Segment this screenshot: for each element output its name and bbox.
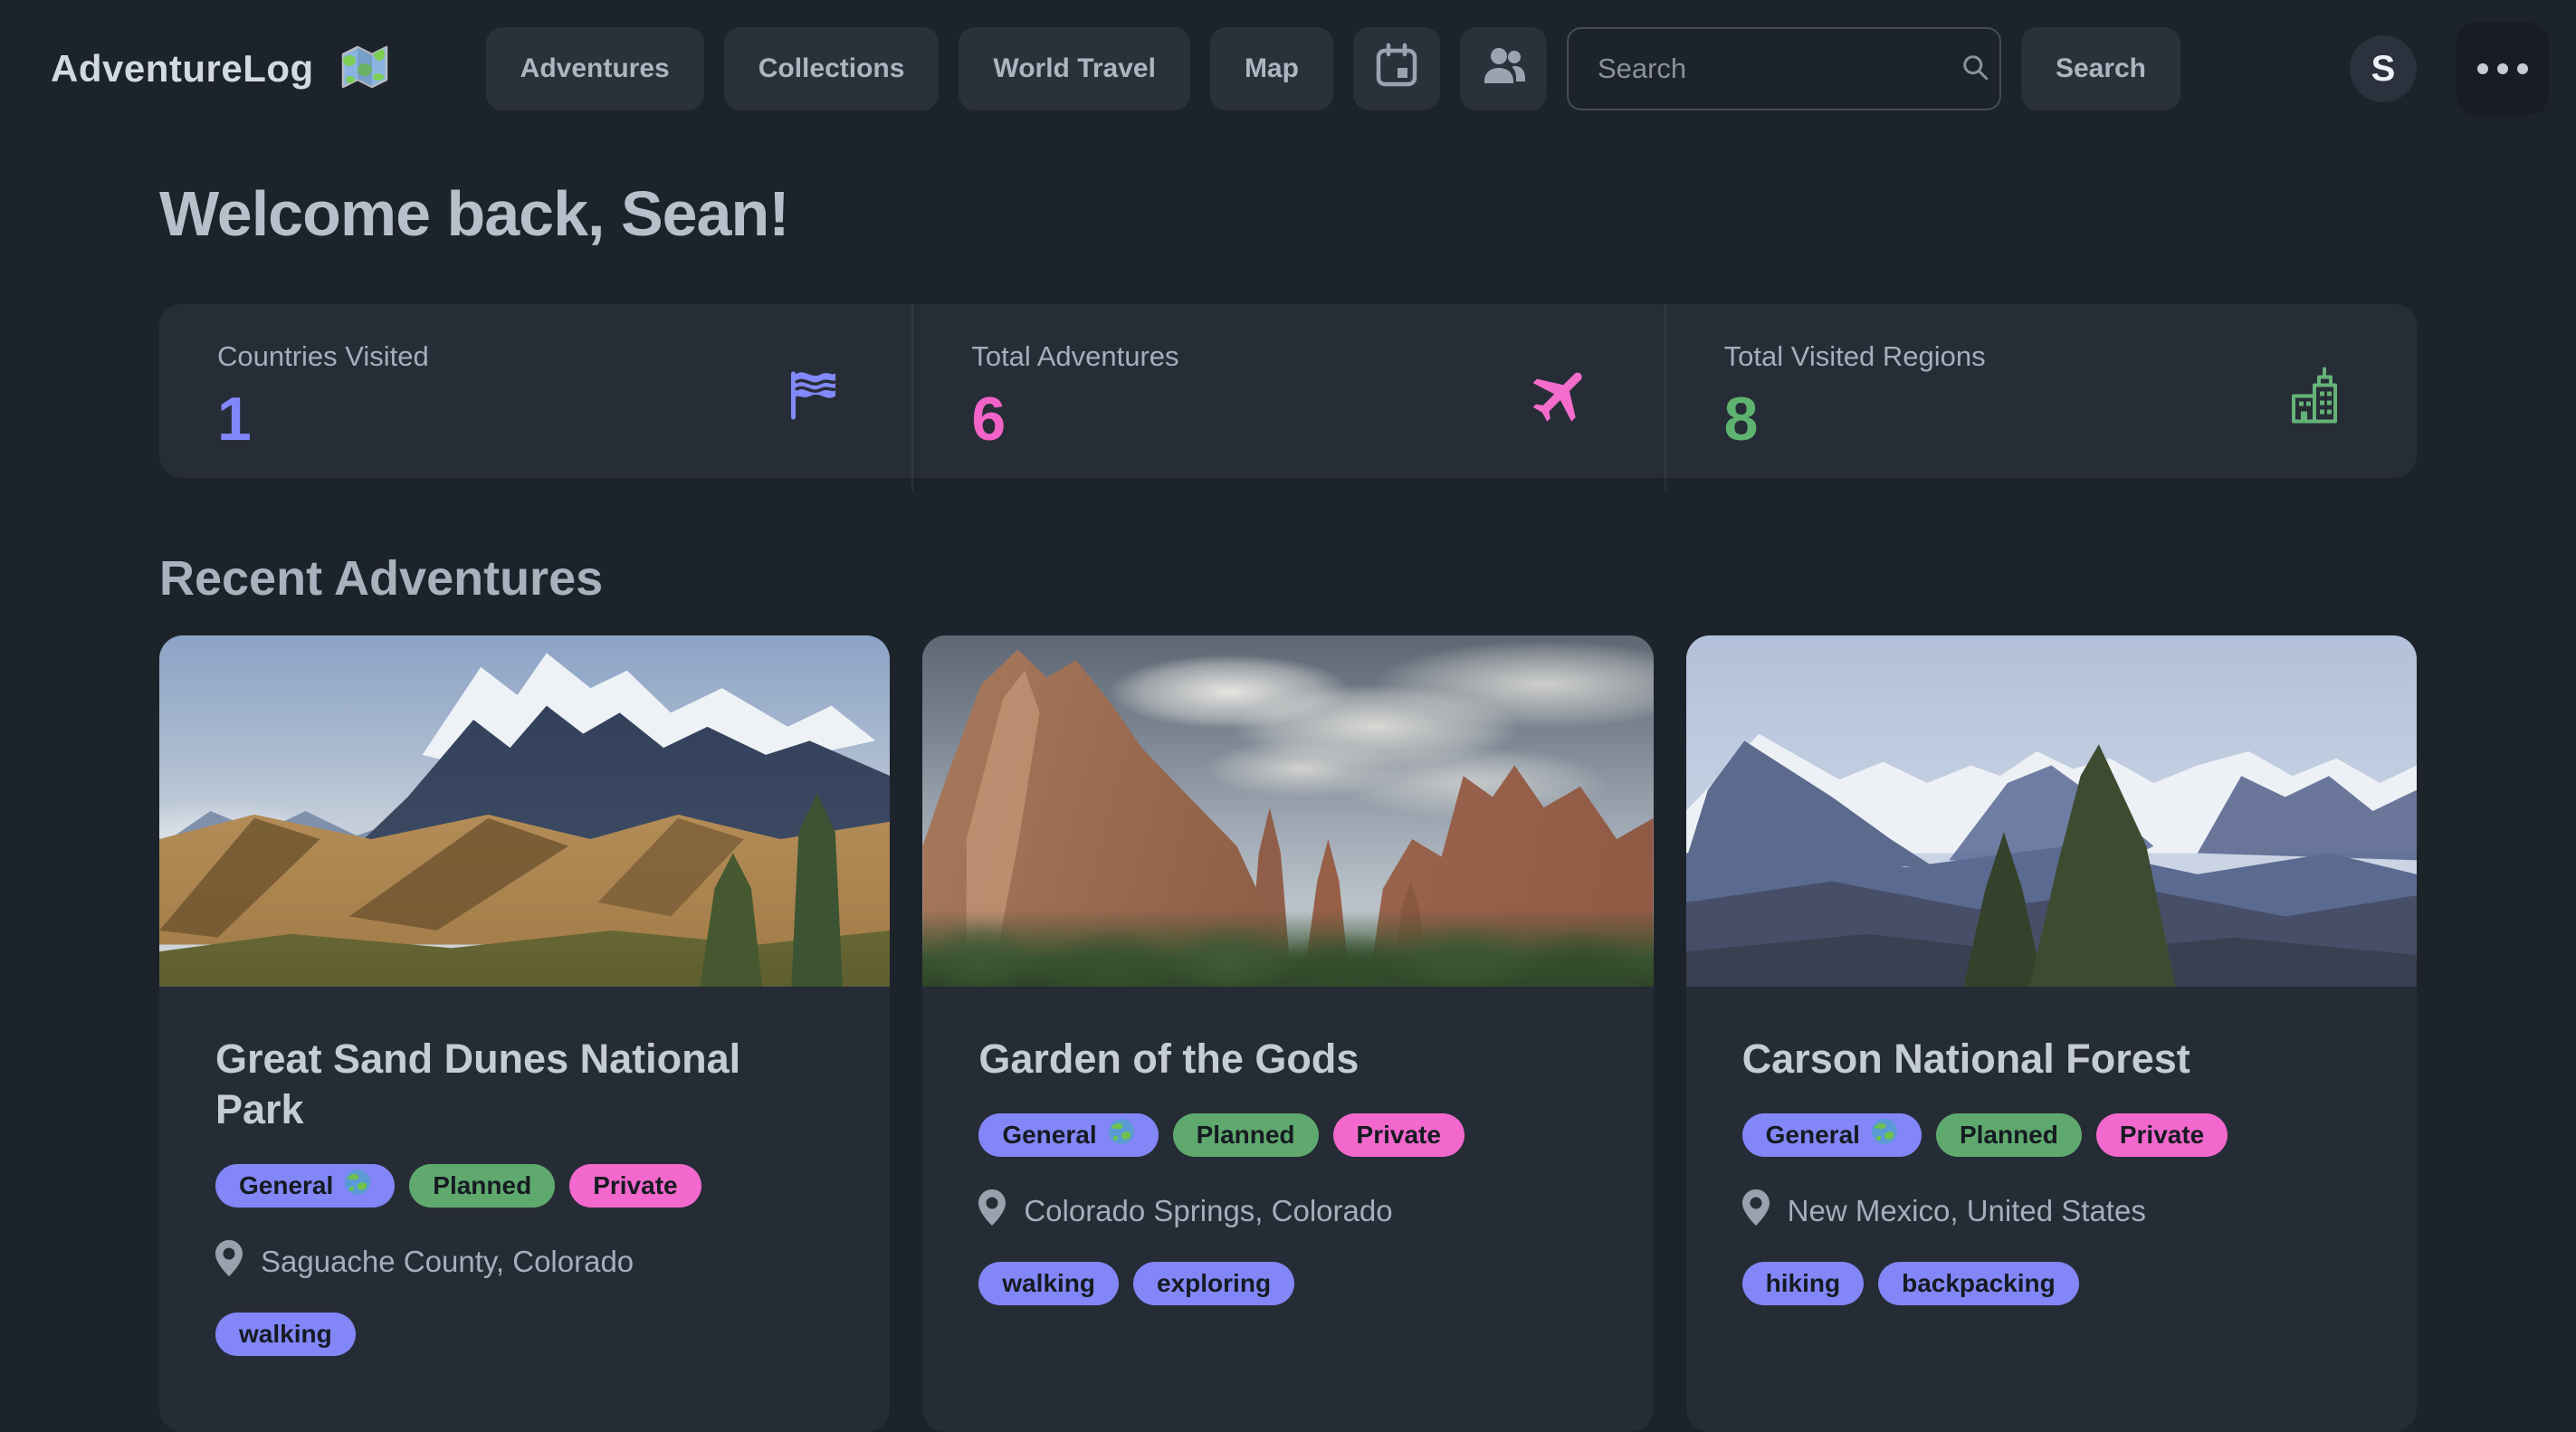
location-row: Colorado Springs, Colorado [978,1189,1597,1233]
adventure-cards-grid: Great Sand Dunes National Park General P… [159,635,2417,1432]
nav-adventures-button[interactable]: Adventures [486,27,704,110]
adventure-card-garden-of-the-gods[interactable]: Garden of the Gods General Planned Priva… [922,635,1653,1432]
avatar[interactable]: S [2350,35,2417,102]
adventure-title[interactable]: Garden of the Gods [978,1034,1558,1084]
category-badge: General [1742,1113,1922,1157]
stat-label: Countries Visited [217,340,854,373]
nav-right: S [2350,23,2549,115]
search-button[interactable]: Search [2021,27,2180,110]
visibility-badge: Private [569,1164,701,1208]
nav-collections-button[interactable]: Collections [724,27,940,110]
garden-of-the-gods-photo [922,635,1653,987]
category-badge: General [215,1164,395,1208]
location-text: Colorado Springs, Colorado [1024,1194,1392,1228]
status-badge: Planned [409,1164,555,1208]
brand-name: AdventureLog [51,47,314,91]
status-badge: Planned [1936,1113,2082,1157]
visibility-badge: Private [1333,1113,1465,1157]
location-pin-icon [978,1189,1006,1233]
stat-total-adventures: Total Adventures 6 [911,304,1664,491]
location-pin-icon [215,1240,243,1284]
flag-icon [783,366,843,430]
tags-row: walking [215,1313,834,1356]
sand-dunes-photo [159,635,890,987]
stat-countries-visited: Countries Visited 1 [159,304,911,491]
activity-tag: walking [978,1262,1119,1305]
map-logo-icon [338,40,392,99]
status-badge: Planned [1173,1113,1319,1157]
stat-value: 1 [217,384,854,454]
location-text: New Mexico, United States [1788,1194,2146,1228]
globe-icon [1108,1118,1135,1151]
ellipsis-icon [2477,63,2528,74]
stat-label: Total Adventures [971,340,1606,373]
activity-tag: walking [215,1313,356,1356]
stats-panel: Countries Visited 1 Total Adventures 6 [159,304,2417,478]
plane-icon [1527,361,1596,434]
badges-row: General Planned Private [1742,1113,2361,1157]
activity-tag: backpacking [1878,1262,2079,1305]
nav-world-travel-button[interactable]: World Travel [959,27,1190,110]
brand[interactable]: AdventureLog [51,40,392,99]
category-badge: General [978,1113,1158,1157]
calendar-icon [1372,41,1421,97]
city-icon [2281,362,2348,434]
navbar: AdventureLog Adventures Collections Worl… [0,0,2576,138]
visibility-badge: Private [2096,1113,2228,1157]
recent-adventures-heading: Recent Adventures [159,550,2417,606]
badges-row: General Planned Private [215,1164,834,1208]
stat-value: 6 [971,384,1606,454]
location-row: New Mexico, United States [1742,1189,2361,1233]
search-icon [1959,51,1991,88]
stat-total-visited-regions: Total Visited Regions 8 [1665,304,2417,491]
welcome-heading: Welcome back, Sean! [159,177,2417,250]
calendar-button[interactable] [1353,27,1440,110]
adventure-title[interactable]: Carson National Forest [1742,1034,2322,1084]
nav-links: Adventures Collections World Travel Map [486,27,2180,110]
globe-icon [344,1169,371,1202]
users-icon [1478,40,1529,98]
tags-row: hiking backpacking [1742,1262,2361,1305]
stat-label: Total Visited Regions [1724,340,2359,373]
adventure-card-great-sand-dunes[interactable]: Great Sand Dunes National Park General P… [159,635,890,1432]
search-input[interactable] [1598,53,1959,85]
main-content: Welcome back, Sean! Countries Visited 1 … [0,177,2576,1432]
activity-tag: hiking [1742,1262,1864,1305]
tags-row: walking exploring [978,1262,1597,1305]
location-pin-icon [1742,1189,1770,1233]
activity-tag: exploring [1133,1262,1294,1305]
search-field[interactable] [1567,27,2001,110]
badges-row: General Planned Private [978,1113,1597,1157]
adventure-card-carson-national-forest[interactable]: Carson National Forest General Planned P… [1686,635,2417,1432]
adventure-title[interactable]: Great Sand Dunes National Park [215,1034,795,1135]
nav-map-button[interactable]: Map [1210,27,1333,110]
overflow-menu-button[interactable] [2457,23,2549,115]
stat-value: 8 [1724,384,2359,454]
users-button[interactable] [1460,27,1547,110]
carson-forest-photo [1686,635,2417,987]
location-row: Saguache County, Colorado [215,1240,834,1284]
globe-icon [1871,1118,1898,1151]
location-text: Saguache County, Colorado [261,1245,634,1279]
